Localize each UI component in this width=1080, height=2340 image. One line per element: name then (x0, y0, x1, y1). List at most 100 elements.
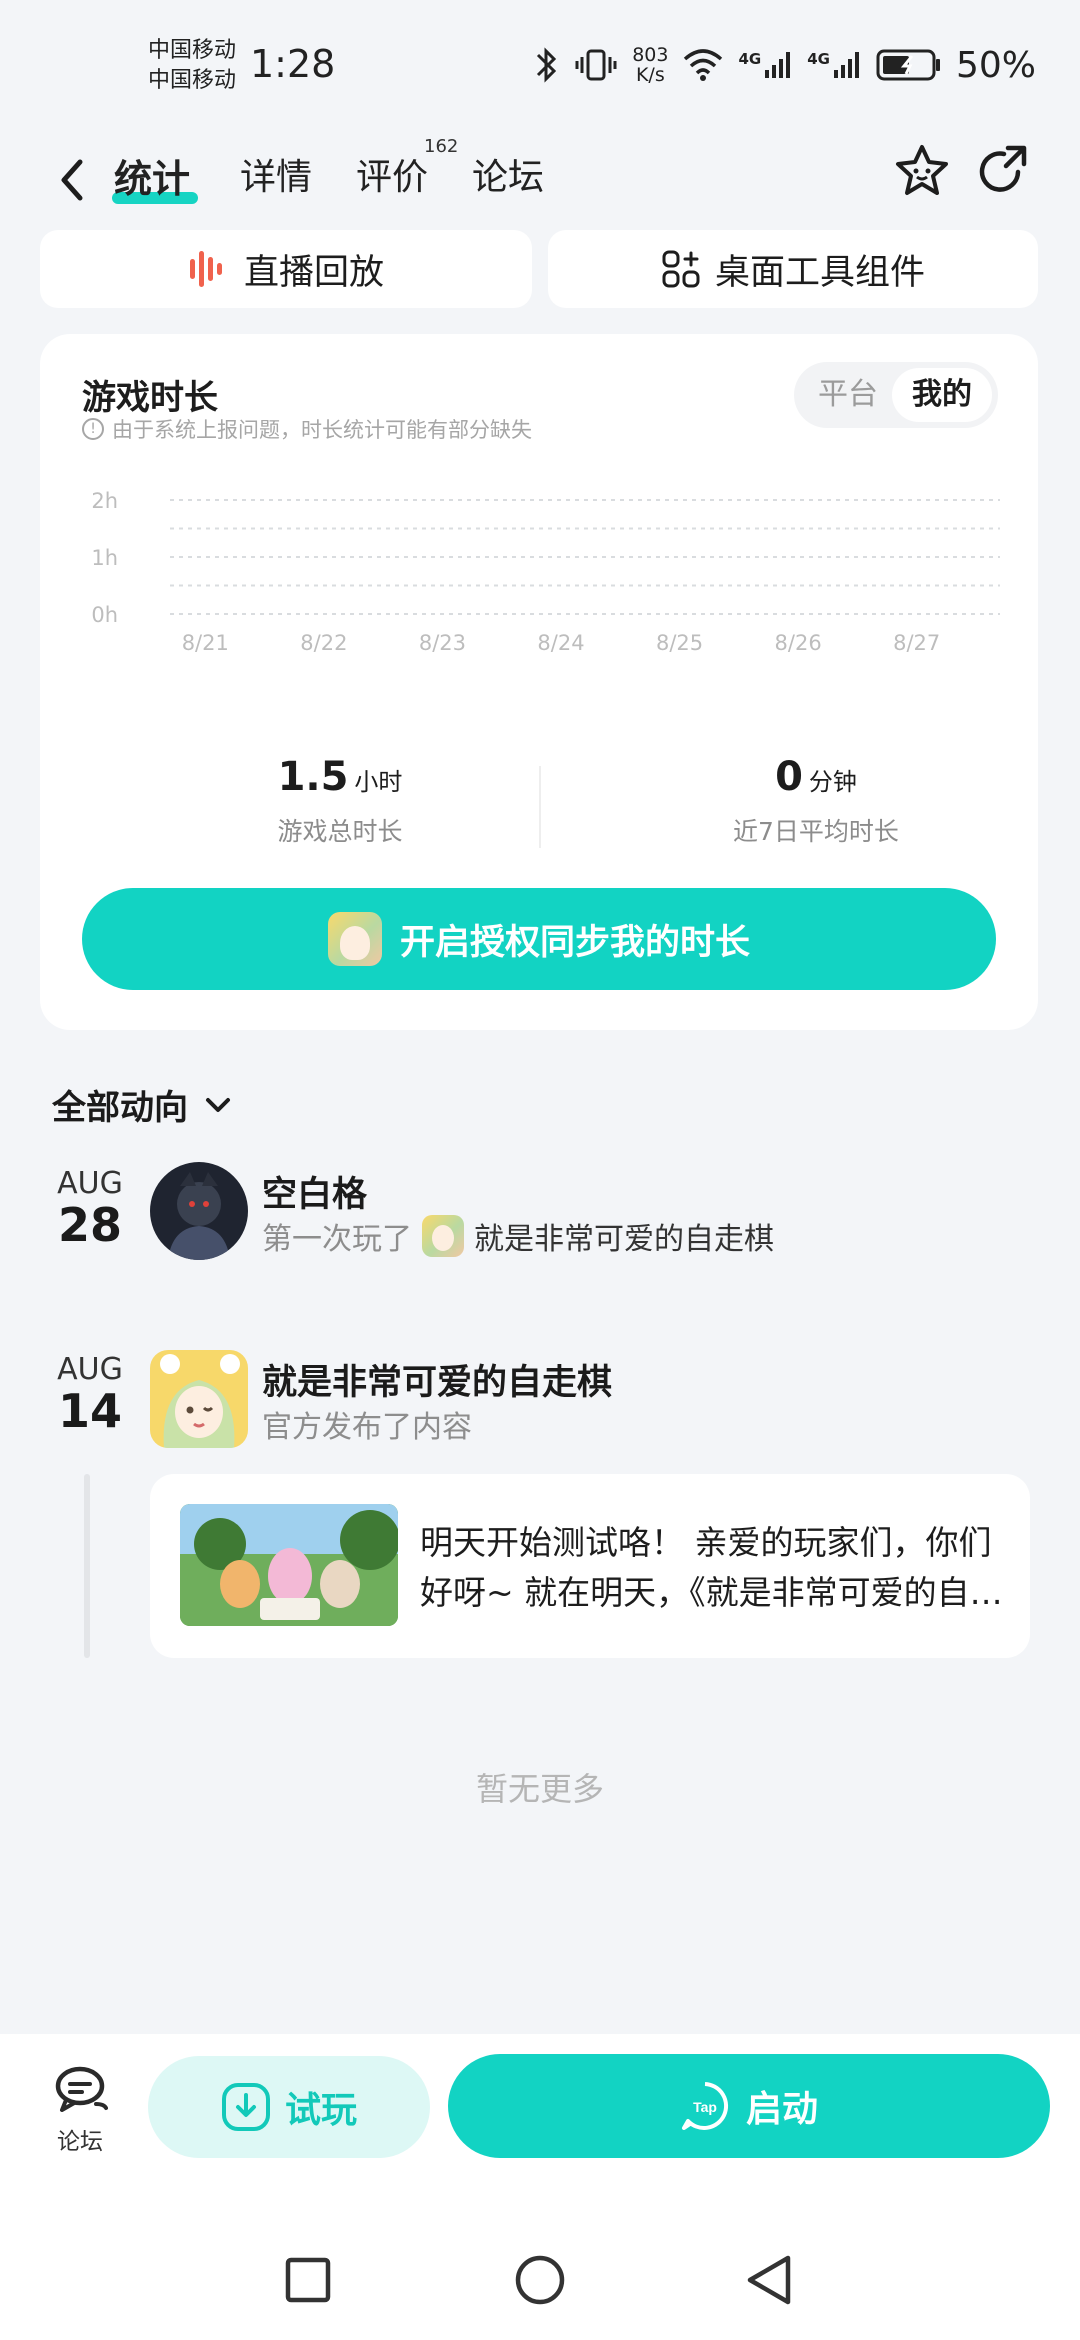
avg-playtime-label: 近7日平均时长 (733, 817, 899, 846)
net-type-2: 4G (807, 50, 830, 68)
trial-label: 试玩 (284, 2090, 357, 2131)
live-replay-label: 直播回放 (243, 252, 384, 293)
total-playtime-label: 游戏总时长 (277, 817, 403, 846)
playtime-chart: 0h 1h 2h 8/21 8/22 8/23 8/24 8/25 8/26 8/27 (91, 489, 1000, 655)
timeline-line (84, 1474, 90, 1658)
avatar[interactable] (150, 1162, 248, 1260)
signal-bars-icon (833, 52, 859, 78)
sync-auth-button[interactable]: 开启授权同步我的时长 (82, 888, 996, 990)
review-count-badge: 162 (424, 136, 459, 157)
game-icon (327, 912, 382, 966)
stat-divider (539, 766, 541, 848)
tap-logo-icon: Tap (681, 2082, 729, 2130)
carrier-1: 中国移动 (148, 38, 237, 63)
tab-stats[interactable]: 统计 (114, 148, 190, 203)
forum-chat-icon (55, 2066, 108, 2112)
feed-activity: 第一次玩了 就是非常可爱的自走棋 (262, 1214, 774, 1258)
signal-bars-icon (765, 52, 791, 78)
feed-date-2: AUG 14 (40, 1352, 140, 1435)
wifi-icon (684, 49, 723, 81)
back-triangle-icon[interactable] (744, 2254, 794, 2306)
avg-playtime: 0 分钟 (616, 754, 1016, 800)
star-face-icon[interactable] (892, 142, 952, 202)
game-avatar[interactable] (150, 1350, 248, 1448)
tab-forum[interactable]: 论坛 (472, 148, 544, 200)
game-avatar-image (150, 1350, 248, 1448)
carrier-info: 中国移动 中国移动 (148, 36, 236, 96)
scope-toggle: 平台 我的 (794, 362, 998, 428)
net-speed-unit: K/s (635, 64, 665, 86)
status-time: 1:28 (250, 42, 336, 86)
feed-action-text: 官方发布了内容 (262, 1410, 472, 1445)
playtime-title: 游戏时长 (82, 378, 218, 418)
feed-day: 14 (57, 1384, 122, 1438)
chart-x-tick: 8/25 (656, 631, 703, 655)
share-icon[interactable] (974, 142, 1034, 202)
forum-button[interactable]: 论坛 (40, 2064, 120, 2156)
trial-button[interactable]: 试玩 (148, 2056, 430, 2158)
desktop-widget-label: 桌面工具组件 (714, 252, 925, 293)
post-thumbnail-art (180, 1504, 398, 1626)
recent-apps-icon[interactable] (284, 2256, 332, 2304)
status-icons: 803 K/s 4G 4G 50% (532, 40, 1036, 90)
live-replay-button[interactable]: 直播回放 (40, 230, 532, 308)
chart-x-tick: 8/22 (300, 631, 347, 655)
battery-icon (876, 49, 940, 81)
avg-playtime-stat: 0 分钟 近7日平均时长 (616, 754, 1016, 848)
system-nav-bar (0, 2234, 1080, 2324)
feed-month: AUG (57, 1166, 123, 1201)
top-nav: 统计 详情 评价 162 论坛 (0, 130, 1080, 230)
home-icon[interactable] (514, 2254, 566, 2306)
forum-label: 论坛 (57, 2129, 103, 2155)
feed-filter-label: 全部动向 (52, 1088, 188, 1128)
feed-date-1: AUG 28 (40, 1166, 140, 1249)
feed-user-name[interactable]: 空白格 (262, 1166, 367, 1217)
total-playtime-unit: 小时 (354, 768, 403, 796)
playtime-card: 游戏时长 ! 由于系统上报问题，时长统计可能有部分缺失 平台 我的 0h 1h 2h… (40, 334, 1038, 1030)
sync-auth-label: 开启授权同步我的时长 (399, 922, 750, 963)
tab-reviews[interactable]: 评价 (356, 148, 428, 200)
total-playtime-value: 1.5 (277, 754, 349, 800)
avg-playtime-value: 0 (775, 754, 803, 800)
tab-details[interactable]: 详情 (240, 148, 312, 200)
feed-activity: 官方发布了内容 (262, 1402, 472, 1446)
toggle-platform[interactable]: 平台 (804, 368, 892, 422)
desktop-widget-button[interactable]: 桌面工具组件 (548, 230, 1038, 308)
status-bar: 中国移动 中国移动 1:28 803 K/s 4G 4G 50% (0, 0, 1080, 130)
post-card[interactable]: 明天开始测试咯！ 亲爱的玩家们，你们好呀~ 就在明天，《就是非常可爱的自走棋》 (150, 1474, 1030, 1658)
carrier-2: 中国移动 (148, 68, 237, 93)
playtime-note-text: 由于系统上报问题，时长统计可能有部分缺失 (112, 418, 532, 442)
feed-game-name[interactable]: 就是非常可爱的自走棋 (262, 1354, 612, 1405)
post-excerpt: 明天开始测试咯！ 亲爱的玩家们，你们好呀~ 就在明天，《就是非常可爱的自走棋》 (420, 1523, 1003, 1612)
feed-day: 28 (57, 1198, 122, 1252)
feed-game-link[interactable]: 就是非常可爱的自走棋 (474, 1214, 774, 1258)
launch-button[interactable]: Tap 启动 (448, 2054, 1050, 2158)
avg-playtime-unit: 分钟 (808, 768, 857, 796)
playtime-note: ! 由于系统上报问题，时长统计可能有部分缺失 (82, 414, 532, 444)
feed-filter[interactable]: 全部动向 (52, 1080, 234, 1129)
total-playtime: 1.5 小时 (140, 754, 540, 800)
chart-x-tick: 8/23 (419, 631, 466, 655)
launch-label: 启动 (745, 2089, 818, 2130)
net-type-1: 4G (738, 50, 762, 68)
net-speed-value: 803 (632, 44, 669, 66)
chart-y-tick: 1h (91, 546, 118, 570)
signal-1: 4G (738, 50, 793, 80)
post-thumbnail (180, 1504, 398, 1626)
feed-action-text: 第一次玩了 (262, 1222, 412, 1257)
net-speed: 803 K/s (632, 45, 668, 85)
download-icon (221, 2083, 270, 2131)
game-icon (422, 1215, 464, 1257)
audio-wave-icon (189, 251, 222, 287)
feed-month: AUG (57, 1352, 123, 1387)
signal-2: 4G (807, 50, 862, 80)
user-avatar-image (150, 1162, 248, 1260)
chart-x-tick: 8/27 (893, 631, 940, 655)
chart-y-tick: 2h (91, 489, 118, 513)
chart-x-tick: 8/24 (537, 631, 584, 655)
total-playtime-stat: 1.5 小时 游戏总时长 (140, 754, 540, 848)
vibrate-icon (575, 49, 617, 81)
back-arrow-icon[interactable] (52, 150, 92, 210)
toggle-mine[interactable]: 我的 (892, 368, 992, 422)
chart-y-tick: 0h (91, 603, 118, 627)
